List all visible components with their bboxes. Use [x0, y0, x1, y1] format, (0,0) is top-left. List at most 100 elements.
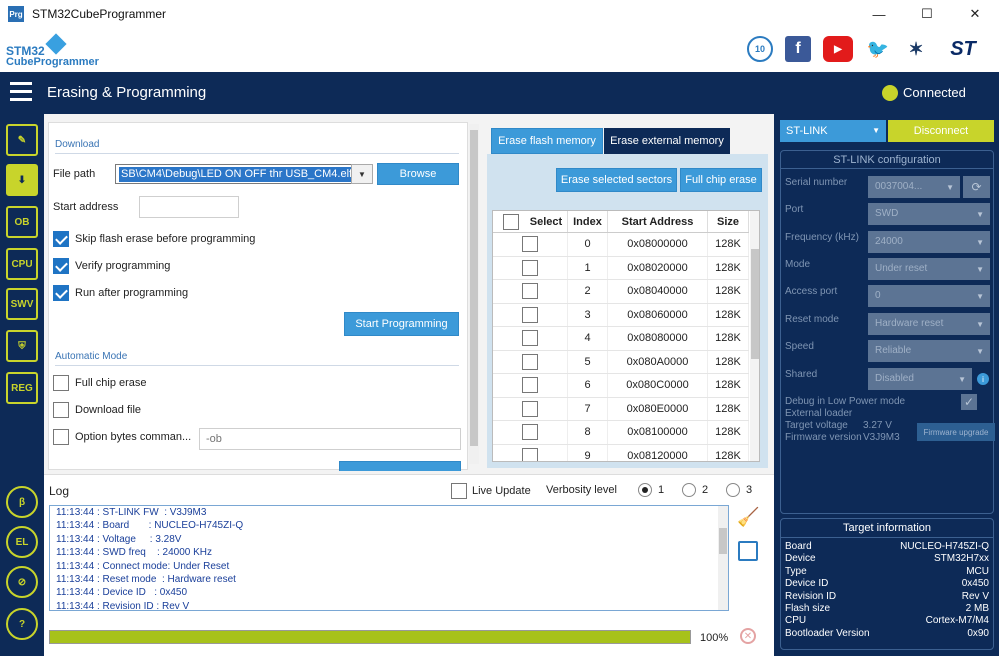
close-button[interactable]: ✕: [951, 0, 999, 28]
network-icon[interactable]: ✶: [903, 36, 929, 62]
sector-size: 128K: [708, 303, 749, 326]
download-file-checkbox[interactable]: [53, 402, 69, 418]
reset-mode-select[interactable]: Hardware reset ▼: [868, 313, 990, 335]
table-row[interactable]: 0 0x08000000 128K: [493, 233, 749, 257]
start-automatic-mode-button[interactable]: [339, 461, 461, 471]
sector-select-checkbox[interactable]: [522, 377, 538, 394]
serial-number-select[interactable]: 0037004... ▼: [868, 176, 960, 198]
skip-flash-erase-checkbox[interactable]: [53, 231, 69, 247]
sidebar-help-icon[interactable]: ?: [6, 608, 38, 640]
run-after-checkbox[interactable]: [53, 285, 69, 301]
table-row[interactable]: 4 0x08080000 128K: [493, 327, 749, 351]
sidebar-beta-icon[interactable]: β: [6, 486, 38, 518]
shared-select[interactable]: Disabled ▼: [868, 368, 972, 390]
sector-select-checkbox[interactable]: [522, 330, 538, 347]
sector-index: 6: [568, 374, 608, 397]
download-panel-scrollbar[interactable]: [469, 124, 479, 464]
file-path-input[interactable]: SB\CM4\Debug\LED ON OFF thr USB_CM4.elf: [115, 164, 353, 184]
verbosity-radio-3[interactable]: [726, 483, 740, 497]
sidebar-swv-icon[interactable]: SWV: [6, 288, 38, 320]
access-port-select[interactable]: 0 ▼: [868, 285, 990, 307]
sidebar-security-icon[interactable]: ⛨: [6, 330, 38, 362]
twitter-icon[interactable]: 🐦: [865, 36, 891, 62]
automatic-mode-title: Automatic Mode: [55, 351, 128, 362]
log-output[interactable]: 11:13:44 : ST-LINK FW : V3J9M3 11:13:44 :…: [49, 505, 729, 611]
minimize-button[interactable]: —: [855, 0, 903, 28]
verify-checkbox[interactable]: [53, 258, 69, 274]
info-icon[interactable]: i: [977, 373, 989, 385]
maximize-button[interactable]: ☐: [903, 0, 951, 28]
clear-log-icon[interactable]: 🧹: [737, 507, 759, 531]
sidebar-reg-icon[interactable]: REG: [6, 372, 38, 404]
target-info-row: CPU Cortex-M7/M4: [785, 615, 989, 627]
app-icon: Prg: [8, 6, 24, 22]
youtube-icon[interactable]: ▶: [823, 36, 853, 62]
debug-low-power-checkbox[interactable]: ✓: [961, 394, 977, 410]
port-select[interactable]: SWD ▼: [868, 203, 990, 225]
save-log-icon[interactable]: [738, 541, 758, 561]
start-address-input[interactable]: [139, 196, 239, 218]
facebook-icon[interactable]: f: [785, 36, 811, 62]
menu-icon[interactable]: [10, 82, 32, 102]
sector-select-checkbox[interactable]: [522, 447, 538, 461]
log-panel: Log Live Update Verbosity level 1 2 3 11…: [44, 474, 774, 656]
auto-full-chip-erase-checkbox[interactable]: [53, 375, 69, 391]
sector-select-checkbox[interactable]: [522, 236, 538, 253]
sidebar-fuse-icon[interactable]: ⊘: [6, 566, 38, 598]
table-row[interactable]: 6 0x080C0000 128K: [493, 374, 749, 398]
sidebar-download-icon[interactable]: ⬇: [6, 164, 38, 196]
st-logo-icon[interactable]: ST: [941, 36, 985, 62]
select-all-checkbox[interactable]: [503, 214, 519, 230]
full-chip-erase-button[interactable]: Full chip erase: [680, 168, 762, 192]
table-row[interactable]: 3 0x08060000 128K: [493, 303, 749, 327]
log-scrollbar[interactable]: [718, 506, 728, 610]
target-info-row: Bootloader Version 0x90: [785, 627, 989, 639]
sidebar-ob-icon[interactable]: OB: [6, 206, 38, 238]
option-bytes-input[interactable]: [199, 428, 461, 450]
sidebar-cpu-icon[interactable]: CPU: [6, 248, 38, 280]
disconnect-button[interactable]: Disconnect: [888, 120, 994, 142]
sector-select-checkbox[interactable]: [522, 400, 538, 417]
speed-select[interactable]: Reliable ▼: [868, 340, 990, 362]
table-row[interactable]: 2 0x08040000 128K: [493, 280, 749, 304]
sidebar-el-icon[interactable]: EL: [6, 526, 38, 558]
cancel-icon[interactable]: ✕: [740, 628, 756, 644]
tab-erase-external[interactable]: Erase external memory: [604, 128, 730, 154]
sector-select-checkbox[interactable]: [522, 353, 538, 370]
sector-select-checkbox[interactable]: [522, 306, 538, 323]
interface-select[interactable]: ST-LINK ▼: [780, 120, 886, 142]
file-path-dropdown-icon[interactable]: ▼: [351, 164, 373, 184]
erase-selected-sectors-button[interactable]: Erase selected sectors: [556, 168, 677, 192]
live-update-checkbox[interactable]: [451, 483, 467, 499]
connection-status: Connected: [903, 85, 966, 100]
sectors-scrollbar[interactable]: [750, 211, 759, 461]
mode-select[interactable]: Under reset ▼: [868, 258, 990, 280]
log-line: 11:13:44 : Device ID : 0x450: [56, 587, 188, 599]
sector-address: 0x080E0000: [608, 397, 708, 420]
browse-button[interactable]: Browse: [377, 163, 459, 185]
download-section-title: Download: [55, 139, 100, 150]
sector-address: 0x08040000: [608, 280, 708, 303]
sector-size: 128K: [708, 374, 749, 397]
tab-erase-flash[interactable]: Erase flash memory: [491, 128, 603, 154]
verbosity-radio-2[interactable]: [682, 483, 696, 497]
table-row[interactable]: 8 0x08100000 128K: [493, 421, 749, 445]
sector-select-checkbox[interactable]: [522, 259, 538, 276]
frequency-select[interactable]: 24000 ▼: [868, 231, 990, 253]
option-bytes-checkbox[interactable]: [53, 429, 69, 445]
table-row[interactable]: 1 0x08020000 128K: [493, 256, 749, 280]
firmware-upgrade-button[interactable]: Firmware upgrade: [917, 423, 995, 441]
sidebar-memory-edit-icon[interactable]: ✎: [6, 124, 38, 156]
table-row[interactable]: 9 0x08120000 128K: [493, 444, 749, 461]
sector-select-checkbox[interactable]: [522, 283, 538, 300]
sector-select-checkbox[interactable]: [522, 424, 538, 441]
log-line: 11:13:44 : Reset mode : Hardware reset: [56, 573, 236, 585]
target-info-row: Device STM32H7xx: [785, 553, 989, 565]
refresh-icon[interactable]: ⟳: [963, 176, 990, 198]
table-row[interactable]: 5 0x080A0000 128K: [493, 350, 749, 374]
verbosity-radio-1[interactable]: [638, 483, 652, 497]
start-programming-button[interactable]: Start Programming: [344, 312, 459, 336]
sector-index: 2: [568, 280, 608, 303]
anniversary-icon[interactable]: 10: [747, 36, 773, 62]
table-row[interactable]: 7 0x080E0000 128K: [493, 397, 749, 421]
